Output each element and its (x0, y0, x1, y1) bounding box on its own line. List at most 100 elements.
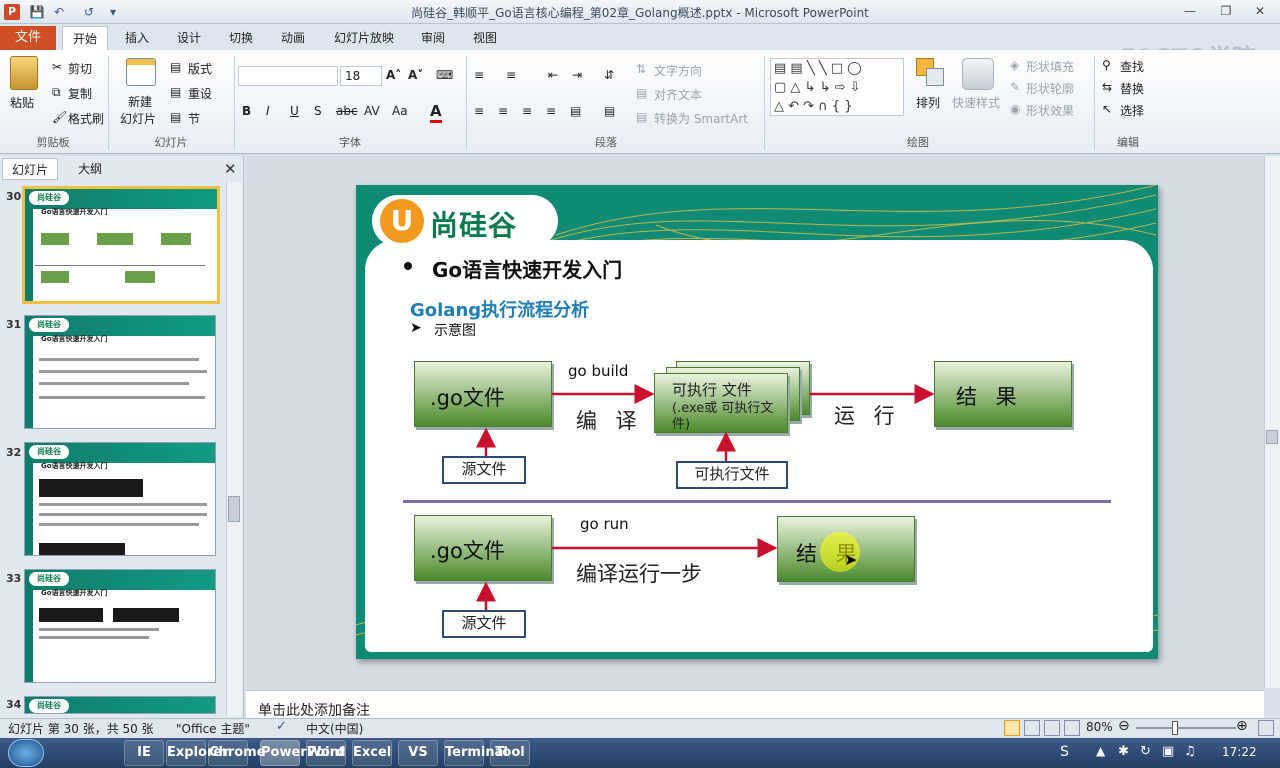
smartart-button[interactable]: 转换为 SmartArt (654, 110, 748, 127)
taskbar-ie-icon[interactable]: IE (124, 740, 164, 766)
slides-panel-scroll-thumb[interactable] (228, 496, 240, 522)
source-file-box-2[interactable]: 源文件 (442, 610, 526, 638)
align-left-icon[interactable]: ≡ (474, 104, 484, 118)
shape-outline-icon[interactable]: ✎ (1010, 80, 1020, 94)
zoom-slider[interactable] (1136, 727, 1236, 729)
shape-fill-icon[interactable]: ◈ (1010, 58, 1019, 72)
cut-button[interactable]: 剪切 (68, 60, 92, 77)
paragraph-settings-icon[interactable]: ▤ (604, 104, 615, 118)
shapes-gallery[interactable]: ▤ ▤ ╲ ╲ □ ◯ ▢ △ ↳ ↳ ⇨ ⇩ △ ↶ ↷ ∩ { } (770, 58, 904, 116)
font-family-select[interactable] (238, 66, 338, 86)
tab-transitions[interactable]: 切换 (218, 26, 264, 50)
change-case-button[interactable]: Aa (392, 104, 408, 118)
slide-sorter-view-icon[interactable] (1024, 720, 1040, 736)
tab-file[interactable]: 文件 (0, 26, 56, 50)
tab-design[interactable]: 设计 (166, 26, 212, 50)
quick-styles-button[interactable]: 快速样式 (952, 94, 1000, 111)
reading-view-icon[interactable] (1044, 720, 1060, 736)
format-painter-button[interactable]: 格式刷 (68, 110, 104, 127)
slideshow-view-icon[interactable] (1064, 720, 1080, 736)
taskbar-powerpoint-icon[interactable]: PowerPoint (260, 740, 345, 766)
tab-slideshow[interactable]: 幻灯片放映 (326, 26, 402, 50)
slides-panel-scrollbar[interactable] (226, 182, 242, 716)
slide-thumbnail-30[interactable]: 尚硅谷 Go语言快速开发入门 (22, 186, 220, 304)
strikethrough-button[interactable]: abc (336, 104, 358, 118)
shape-effects-icon[interactable]: ◉ (1010, 102, 1020, 116)
tab-animations[interactable]: 动画 (270, 26, 316, 50)
section-icon[interactable]: ▤ (170, 110, 181, 124)
shadow-button[interactable]: S (314, 104, 322, 118)
executable-file-note-box[interactable]: 可执行文件 (676, 461, 788, 489)
notes-pane[interactable] (246, 690, 1264, 718)
slide-thumbnail-34[interactable]: 尚硅谷 (24, 696, 216, 714)
bold-button[interactable]: B (242, 104, 251, 118)
clear-format-icon[interactable]: ⌨ (436, 68, 453, 82)
source-file-box[interactable]: 源文件 (442, 456, 526, 484)
new-slide-button[interactable]: 新建 (128, 93, 152, 110)
arrange-button[interactable]: 排列 (916, 94, 940, 111)
select-icon[interactable]: ↖ (1102, 102, 1112, 116)
replace-button[interactable]: 替换 (1120, 80, 1144, 97)
align-text-button[interactable]: 对齐文本 (654, 86, 702, 103)
tab-view[interactable]: 视图 (462, 26, 508, 50)
section-button[interactable]: 节 (188, 110, 200, 127)
tab-slides-panel[interactable]: 幻灯片 (2, 158, 58, 180)
smartart-icon[interactable]: ▤ (636, 110, 647, 124)
new-slide-dropdown[interactable]: 幻灯片 (120, 110, 156, 127)
clock[interactable]: 17:22 (1222, 745, 1257, 759)
slide-scroll-thumb[interactable] (1266, 430, 1278, 444)
zoom-level[interactable]: 80% (1086, 720, 1113, 734)
layout-button[interactable]: 版式 (188, 60, 212, 77)
paste-icon[interactable] (10, 56, 38, 90)
fit-slide-icon[interactable] (1258, 720, 1274, 736)
bullets-icon[interactable]: ≡ (474, 68, 484, 82)
save-icon[interactable]: 💾 (28, 3, 46, 21)
taskbar-word-icon[interactable]: Word (306, 740, 346, 766)
copy-icon[interactable]: ⧉ (52, 85, 61, 100)
quick-styles-icon[interactable] (962, 58, 994, 90)
select-button[interactable]: 选择 (1120, 102, 1144, 119)
language-indicator[interactable]: 中文(中国) (306, 720, 363, 737)
slide-thumbnail-32[interactable]: 尚硅谷 Go语言快速开发入门 (24, 442, 216, 556)
format-painter-icon[interactable]: 🖌 (52, 110, 67, 124)
powerpoint-app-icon[interactable]: P (4, 4, 20, 20)
text-direction-button[interactable]: 文字方向 (654, 62, 702, 79)
undo-icon[interactable]: ↶ (50, 3, 68, 21)
taskbar-chrome-icon[interactable]: Chrome (208, 740, 266, 766)
char-spacing-button[interactable]: AV (364, 104, 380, 118)
start-button-icon[interactable] (8, 739, 44, 767)
normal-view-icon[interactable] (1004, 720, 1020, 736)
tray-expand-icon[interactable]: ▲ (1096, 744, 1105, 758)
align-right-icon[interactable]: ≡ (522, 104, 532, 118)
close-icon[interactable]: ✕ (1246, 2, 1274, 20)
volume-icon[interactable]: ♫ (1184, 744, 1196, 759)
tab-review[interactable]: 审阅 (410, 26, 456, 50)
slide-bullet-text[interactable]: 示意图 (434, 320, 476, 340)
zoom-slider-thumb[interactable] (1172, 721, 1178, 735)
slide-thumbnail-31[interactable]: 尚硅谷 Go语言快速开发入门 (24, 315, 216, 429)
bluetooth-icon[interactable]: ✱ (1118, 744, 1129, 759)
grow-font-icon[interactable]: A˄ (386, 68, 401, 82)
reset-button[interactable]: 重设 (188, 85, 212, 102)
increase-indent-icon[interactable]: ⇥ (572, 68, 582, 82)
redo-icon[interactable]: ↺ (80, 3, 98, 21)
find-button[interactable]: 查找 (1120, 58, 1144, 75)
text-direction-icon[interactable]: ⇅ (636, 62, 646, 76)
customize-quick-access-icon[interactable]: ▾ (104, 3, 122, 21)
font-size-select[interactable]: 18 (340, 66, 382, 86)
underline-button[interactable]: U (290, 104, 299, 118)
slide-subheading[interactable]: Golang执行流程分析 (410, 296, 589, 322)
replace-icon[interactable]: ⇆ (1102, 80, 1112, 94)
taskbar-vscode-icon[interactable]: VS Code (398, 740, 438, 766)
close-panel-icon[interactable]: ✕ (224, 160, 237, 178)
zoom-in-icon[interactable]: ⊕ (1236, 718, 1248, 734)
restore-icon[interactable]: ❐ (1212, 2, 1240, 20)
spellcheck-icon[interactable]: ✓ (276, 719, 287, 734)
layout-icon[interactable]: ▤ (170, 60, 181, 74)
tab-home[interactable]: 开始 (62, 26, 108, 50)
align-text-icon[interactable]: ▤ (636, 86, 647, 100)
zoom-out-icon[interactable]: ⊖ (1118, 718, 1130, 734)
network-icon[interactable]: ▣ (1162, 744, 1174, 759)
ime-icon[interactable]: S (1060, 744, 1069, 760)
sync-icon[interactable]: ↻ (1140, 744, 1151, 759)
